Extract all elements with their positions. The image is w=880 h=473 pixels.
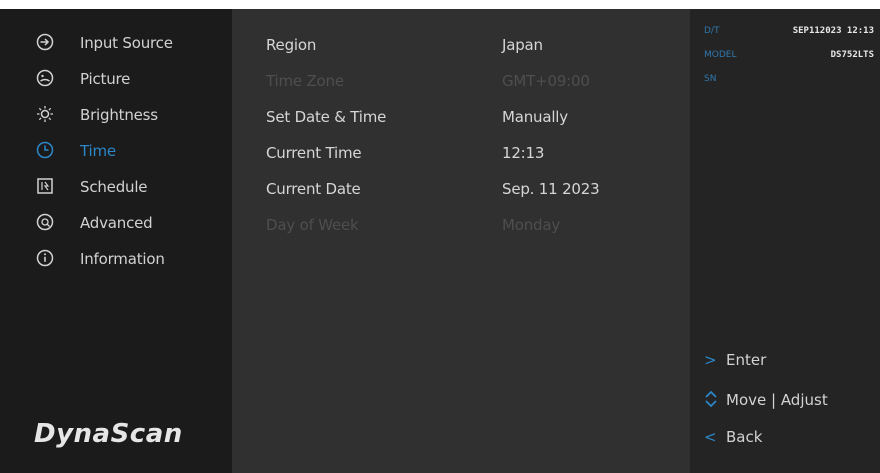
enter-arrow-icon: > <box>704 351 717 369</box>
picture-icon <box>36 69 54 87</box>
info-panel: D/T SEP112023 12:13 MODEL DS752LTS SN > E… <box>690 9 880 473</box>
setting-row-day-of-week: Day of Week Monday <box>232 208 690 242</box>
setting-row-set-date-time[interactable]: Set Date & Time Manually <box>232 100 690 134</box>
setting-label: Day of Week <box>266 216 359 234</box>
clock-icon <box>36 141 54 159</box>
sidebar-item-label: Input Source <box>80 34 173 52</box>
hint-label: Back <box>726 428 763 446</box>
setting-row-region[interactable]: Region Japan <box>232 28 690 62</box>
info-key: MODEL <box>704 50 737 60</box>
info-datetime: D/T SEP112023 12:13 <box>704 26 874 40</box>
sidebar-item-label: Picture <box>80 70 131 88</box>
sidebar-item-brightness[interactable]: Brightness <box>0 97 232 133</box>
hint-label: Enter <box>726 351 767 369</box>
sidebar-item-label: Brightness <box>80 106 158 124</box>
up-down-arrow-icon <box>704 390 726 409</box>
info-value: SEP112023 12:13 <box>792 26 874 36</box>
sidebar-item-schedule[interactable]: Schedule <box>0 169 232 205</box>
sidebar-item-input-source[interactable]: Input Source <box>0 25 232 61</box>
information-icon <box>36 249 54 267</box>
info-value: DS752LTS <box>830 50 874 60</box>
back-arrow-icon: < <box>704 428 717 446</box>
setting-label: Set Date & Time <box>266 108 387 126</box>
sidebar: Input Source Picture Brightness Time Sch… <box>0 9 232 473</box>
sidebar-item-label: Advanced <box>80 214 153 232</box>
input-source-icon <box>36 33 54 51</box>
hint-label: Move | Adjust <box>726 391 828 409</box>
setting-row-current-date[interactable]: Current Date Sep. 11 2023 <box>232 172 690 206</box>
sidebar-item-time[interactable]: Time <box>0 133 232 169</box>
info-key: SN <box>704 74 717 84</box>
sidebar-item-label: Information <box>80 250 165 268</box>
setting-value: Monday <box>502 216 561 234</box>
hint-back: < Back <box>704 428 762 450</box>
advanced-icon <box>36 213 54 231</box>
setting-label: Region <box>266 36 317 54</box>
time-settings-panel: Region Japan Time Zone GMT+09:00 Set Dat… <box>232 9 690 473</box>
setting-label: Current Date <box>266 180 361 198</box>
setting-value: GMT+09:00 <box>502 72 590 90</box>
sidebar-item-advanced[interactable]: Advanced <box>0 205 232 241</box>
sidebar-item-picture[interactable]: Picture <box>0 61 232 97</box>
hint-enter: > Enter <box>704 351 766 373</box>
info-model: MODEL DS752LTS <box>704 50 874 64</box>
setting-label: Time Zone <box>266 72 344 90</box>
brightness-icon <box>37 106 53 122</box>
active-indicator-arrow <box>222 141 232 159</box>
info-key: D/T <box>704 26 720 36</box>
setting-row-time-zone: Time Zone GMT+09:00 <box>232 64 690 98</box>
top-edge <box>0 0 880 9</box>
dynascan-logo: DynaScan <box>34 419 183 449</box>
sidebar-item-label: Time <box>80 142 116 160</box>
schedule-icon <box>37 178 53 194</box>
setting-value: Sep. 11 2023 <box>502 180 600 198</box>
setting-label: Current Time <box>266 144 362 162</box>
setting-value: Japan <box>502 36 543 54</box>
info-serial: SN <box>704 74 874 88</box>
sidebar-item-information[interactable]: Information <box>0 241 232 277</box>
sidebar-item-label: Schedule <box>80 178 148 196</box>
setting-row-current-time[interactable]: Current Time 12:13 <box>232 136 690 170</box>
hint-move-adjust: Move | Adjust <box>704 390 828 412</box>
setting-value: 12:13 <box>502 144 545 162</box>
setting-value: Manually <box>502 108 568 126</box>
